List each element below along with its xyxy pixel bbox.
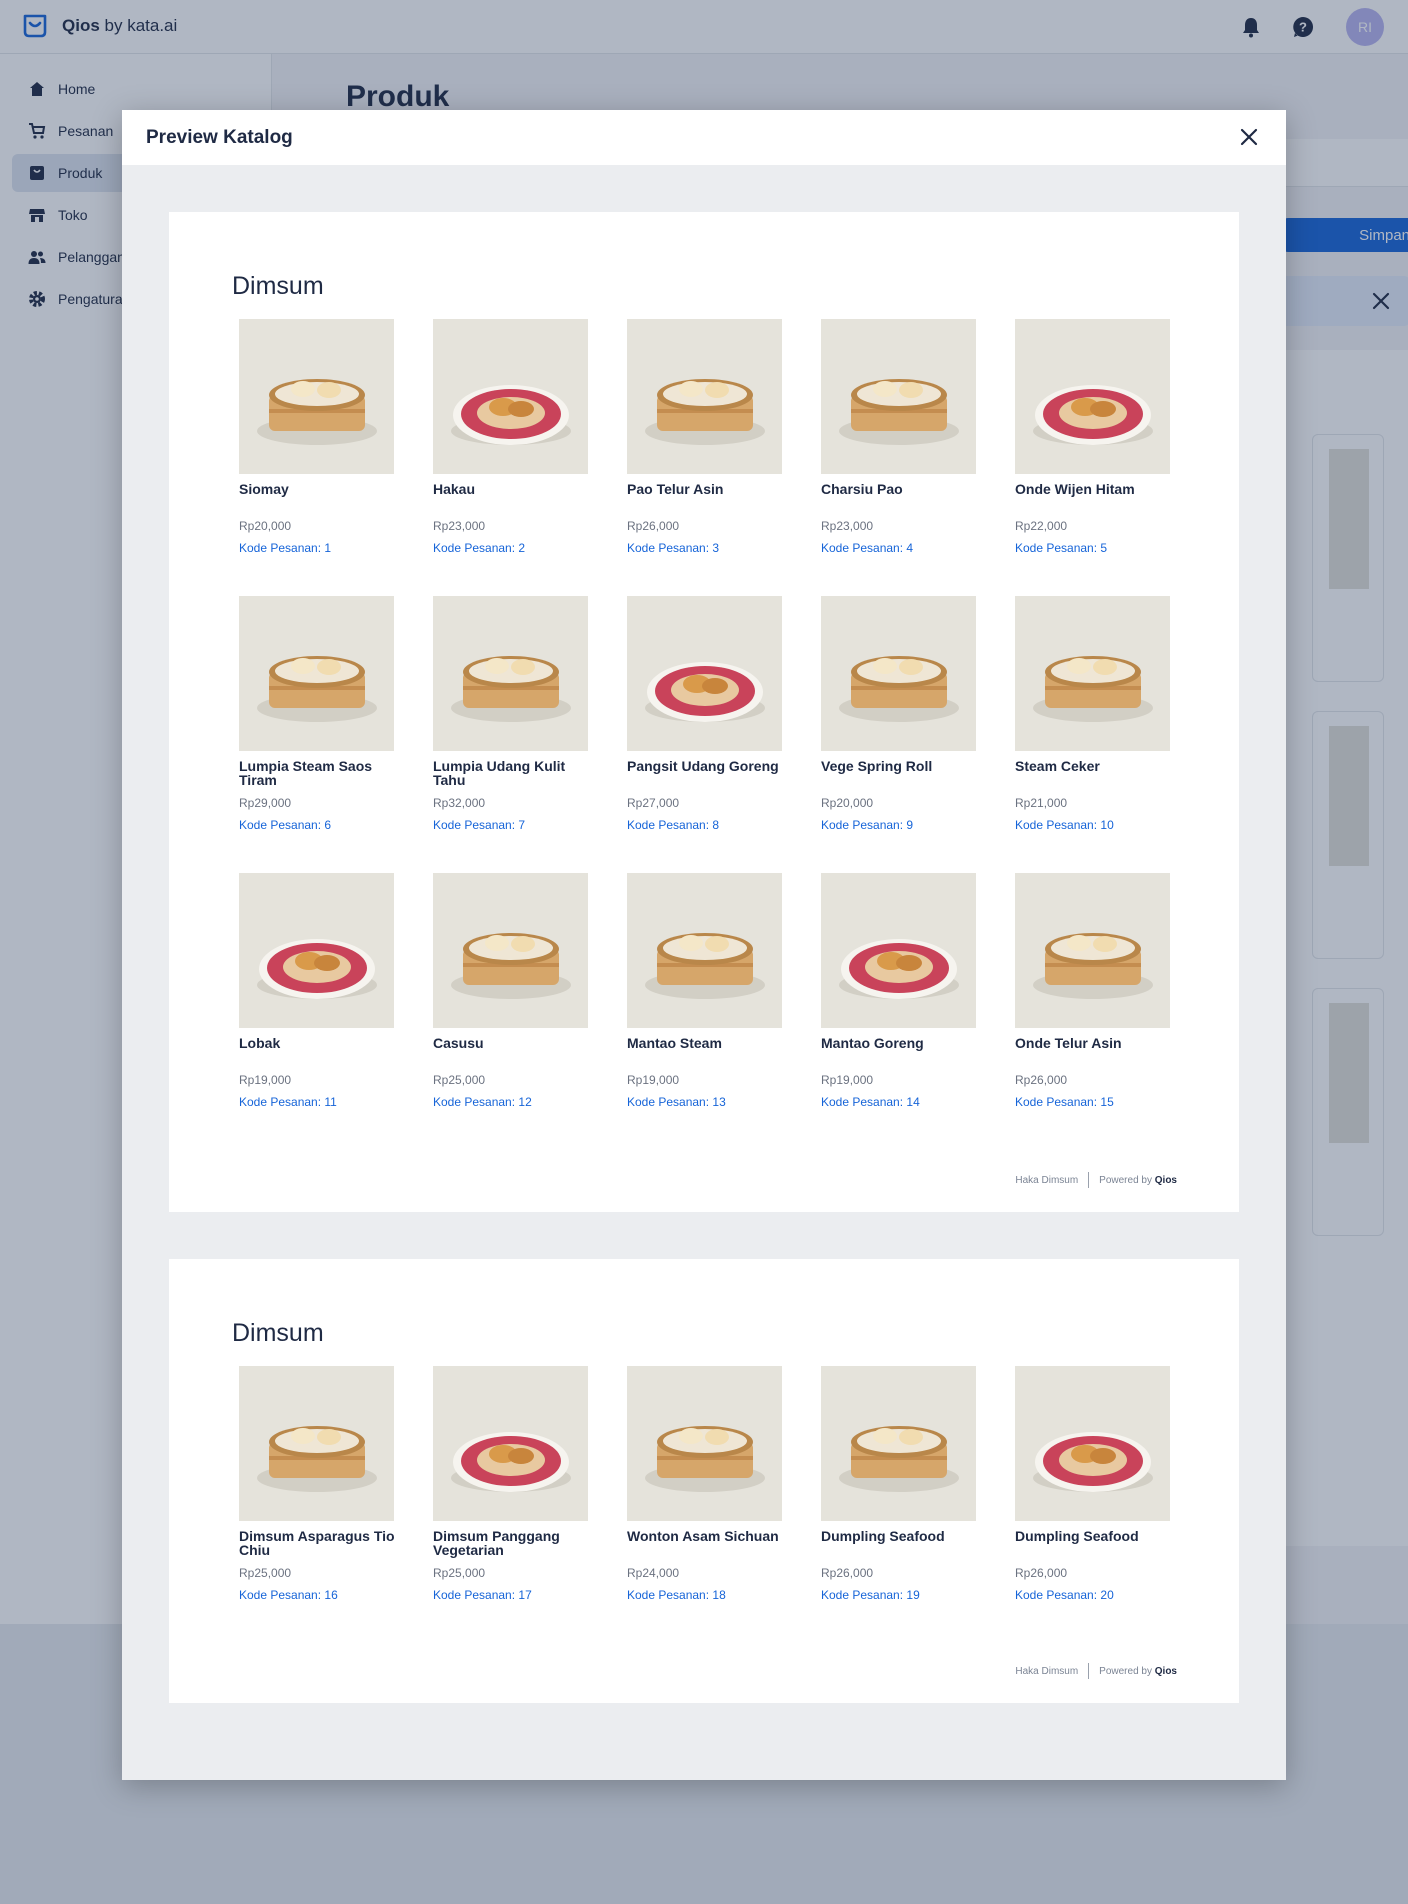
product-image	[433, 873, 588, 1028]
order-code: Kode Pesanan: 19	[821, 1588, 920, 1602]
product-name: Pangsit Udang Goreng	[627, 758, 779, 774]
catalog-page: Dimsum Dimsum Asparagus Tio Chiu Rp25,000…	[169, 1259, 1239, 1703]
product-name: Lumpia Udang Kulit Tahu	[433, 758, 566, 788]
product-price: Rp25,000	[433, 1073, 486, 1087]
order-code: Kode Pesanan: 5	[1015, 541, 1108, 555]
product-image	[433, 596, 588, 751]
product-price: Rp26,000	[1015, 1073, 1068, 1087]
product-name: Mantao Goreng	[821, 1035, 924, 1051]
product-image	[239, 319, 394, 474]
product-price: Rp19,000	[627, 1073, 680, 1087]
product-price: Rp19,000	[821, 1073, 874, 1087]
product-image	[627, 873, 782, 1028]
product-name: Onde Telur Asin	[1015, 1035, 1122, 1051]
product-price: Rp22,000	[1015, 519, 1068, 533]
product-name: Wonton Asam Sichuan	[627, 1528, 779, 1544]
order-code: Kode Pesanan: 18	[627, 1588, 726, 1602]
product-image	[433, 319, 588, 474]
order-code: Kode Pesanan: 16	[239, 1588, 338, 1602]
close-icon[interactable]	[1238, 126, 1260, 148]
footer-store-name: Haka Dimsum	[1015, 1665, 1079, 1677]
product-price: Rp26,000	[1015, 1566, 1068, 1580]
modal-header: Preview Katalog	[122, 110, 1286, 165]
footer-powered-by: Powered by Qios	[1099, 1174, 1177, 1186]
order-code: Kode Pesanan: 11	[239, 1095, 337, 1109]
order-code: Kode Pesanan: 20	[1015, 1588, 1114, 1602]
product-name: Vege Spring Roll	[821, 758, 933, 774]
product-name: Lumpia Steam Saos Tiram	[239, 758, 373, 788]
product-image	[627, 596, 782, 751]
product-name: Steam Ceker	[1015, 758, 1100, 774]
product-name: Dimsum Panggang Vegetarian	[433, 1528, 560, 1558]
catalog-footer: Haka Dimsum Powered by Qios	[1015, 1663, 1177, 1679]
product-image	[239, 596, 394, 751]
product-name: Hakau	[433, 481, 476, 497]
product-name: Mantao Steam	[627, 1035, 722, 1051]
order-code: Kode Pesanan: 15	[1015, 1095, 1114, 1109]
product-name: Charsiu Pao	[821, 481, 903, 497]
product-image	[821, 873, 976, 1028]
product-price: Rp25,000	[239, 1566, 292, 1580]
modal-title: Preview Katalog	[146, 127, 293, 148]
preview-catalog-modal: Preview Katalog Dimsum Siomay Rp20,000 Kod…	[122, 110, 1286, 1780]
product-price: Rp20,000	[821, 796, 874, 810]
product-price: Rp26,000	[627, 519, 680, 533]
product-price: Rp23,000	[433, 519, 486, 533]
order-code: Kode Pesanan: 17	[433, 1588, 532, 1602]
order-code: Kode Pesanan: 10	[1015, 818, 1114, 832]
product-name: Onde Wijen Hitam	[1015, 481, 1135, 497]
product-name: Siomay	[239, 481, 289, 497]
product-image	[433, 1366, 588, 1521]
product-price: Rp29,000	[239, 796, 292, 810]
product-image	[821, 1366, 976, 1521]
order-code: Kode Pesanan: 7	[433, 818, 526, 832]
product-price: Rp32,000	[433, 796, 486, 810]
order-code: Kode Pesanan: 14	[821, 1095, 920, 1109]
product-name: Dimsum Asparagus Tio Chiu	[239, 1528, 395, 1558]
product-image	[1015, 873, 1170, 1028]
order-code: Kode Pesanan: 8	[627, 818, 720, 832]
product-image	[627, 319, 782, 474]
section-title: Dimsum	[232, 272, 324, 300]
order-code: Kode Pesanan: 1	[239, 541, 332, 555]
footer-store-name: Haka Dimsum	[1015, 1174, 1079, 1186]
order-code: Kode Pesanan: 9	[821, 818, 914, 832]
product-image	[1015, 319, 1170, 474]
order-code: Kode Pesanan: 3	[627, 541, 720, 555]
catalog-footer: Haka Dimsum Powered by Qios	[1015, 1172, 1177, 1188]
product-image	[239, 873, 394, 1028]
order-code: Kode Pesanan: 2	[433, 541, 526, 555]
product-name: Pao Telur Asin	[627, 481, 724, 497]
order-code: Kode Pesanan: 13	[627, 1095, 726, 1109]
product-image	[239, 1366, 394, 1521]
product-price: Rp21,000	[1015, 796, 1068, 810]
product-price: Rp20,000	[239, 519, 292, 533]
section-title: Dimsum	[232, 1319, 324, 1347]
order-code: Kode Pesanan: 6	[239, 818, 332, 832]
product-image	[627, 1366, 782, 1521]
catalog-page: Dimsum Siomay Rp20,000 Kode Pesanan: 1 Haka…	[169, 212, 1239, 1212]
product-name: Casusu	[433, 1035, 484, 1051]
product-price: Rp26,000	[821, 1566, 874, 1580]
product-image	[1015, 596, 1170, 751]
product-image	[821, 596, 976, 751]
product-name: Dumpling Seafood	[1015, 1528, 1139, 1544]
product-price: Rp27,000	[627, 796, 680, 810]
order-code: Kode Pesanan: 12	[433, 1095, 532, 1109]
product-name: Lobak	[239, 1035, 281, 1051]
product-price: Rp23,000	[821, 519, 874, 533]
product-image	[1015, 1366, 1170, 1521]
product-name: Dumpling Seafood	[821, 1528, 945, 1544]
product-image	[821, 319, 976, 474]
product-price: Rp19,000	[239, 1073, 292, 1087]
footer-powered-by: Powered by Qios	[1099, 1665, 1177, 1677]
product-price: Rp25,000	[433, 1566, 486, 1580]
product-price: Rp24,000	[627, 1566, 680, 1580]
order-code: Kode Pesanan: 4	[821, 541, 914, 555]
